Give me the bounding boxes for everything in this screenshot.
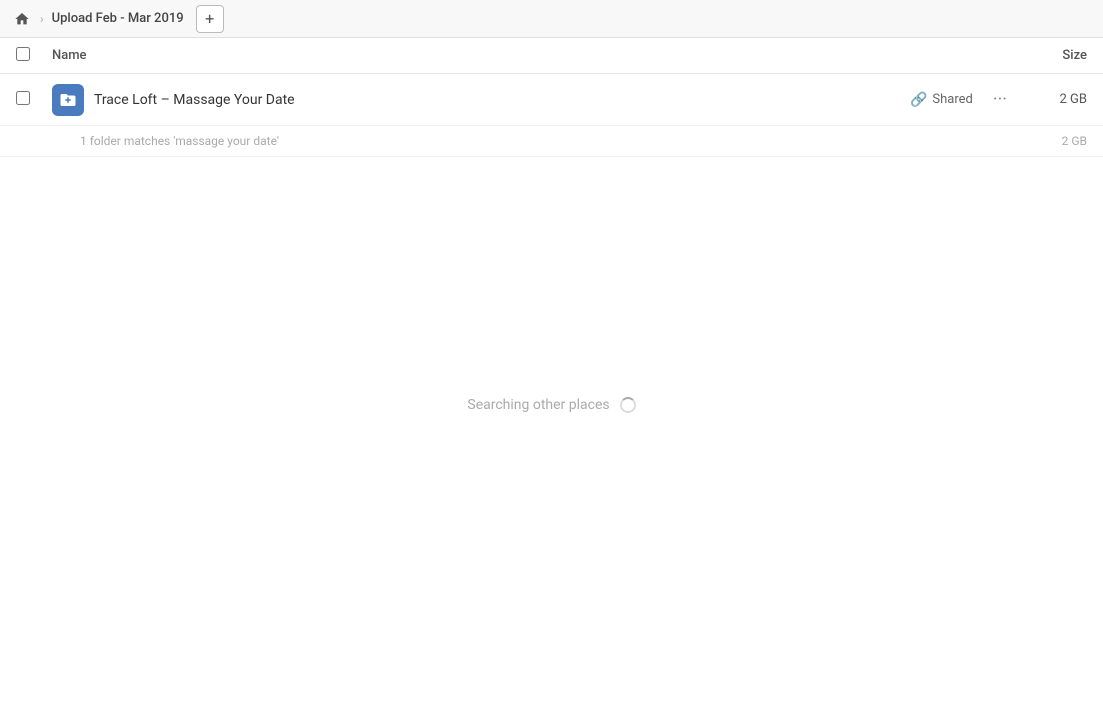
- file-size-text: 2 GB: [1027, 92, 1087, 107]
- folder-icon-wrap: [52, 84, 84, 116]
- row-checkbox[interactable]: [16, 91, 30, 105]
- select-all-checkbox[interactable]: [16, 47, 30, 61]
- match-info-text: 1 folder matches 'massage your date': [80, 134, 279, 148]
- loading-spinner: [620, 397, 636, 413]
- file-row[interactable]: Trace Loft – Massage Your Date 🔗 Shared …: [0, 74, 1103, 126]
- match-info-row: 1 folder matches 'massage your date' 2 G…: [0, 126, 1103, 157]
- link-icon: 🔗: [910, 92, 927, 108]
- add-icon: +: [205, 9, 214, 28]
- breadcrumb-separator: ›: [40, 12, 44, 26]
- name-column-header: Name: [52, 48, 1007, 63]
- searching-text: Searching other places: [467, 397, 609, 413]
- searching-section: Searching other places: [0, 397, 1103, 413]
- match-info-size: 2 GB: [1062, 134, 1087, 148]
- row-checkbox-cell[interactable]: [16, 91, 40, 109]
- column-headers: Name Size: [0, 38, 1103, 74]
- home-icon[interactable]: [12, 9, 32, 29]
- folder-link-icon: [59, 91, 77, 109]
- shared-indicator: 🔗 Shared: [910, 92, 973, 108]
- add-button[interactable]: +: [196, 5, 224, 33]
- topbar: › Upload Feb - Mar 2019 +: [0, 0, 1103, 38]
- breadcrumb-text: Upload Feb - Mar 2019: [52, 11, 184, 26]
- size-column-header: Size: [1007, 48, 1087, 63]
- more-options-button[interactable]: ···: [989, 85, 1011, 114]
- header-checkbox-cell[interactable]: [16, 47, 40, 65]
- file-name-text: Trace Loft – Massage Your Date: [94, 92, 910, 108]
- shared-label: Shared: [932, 92, 972, 107]
